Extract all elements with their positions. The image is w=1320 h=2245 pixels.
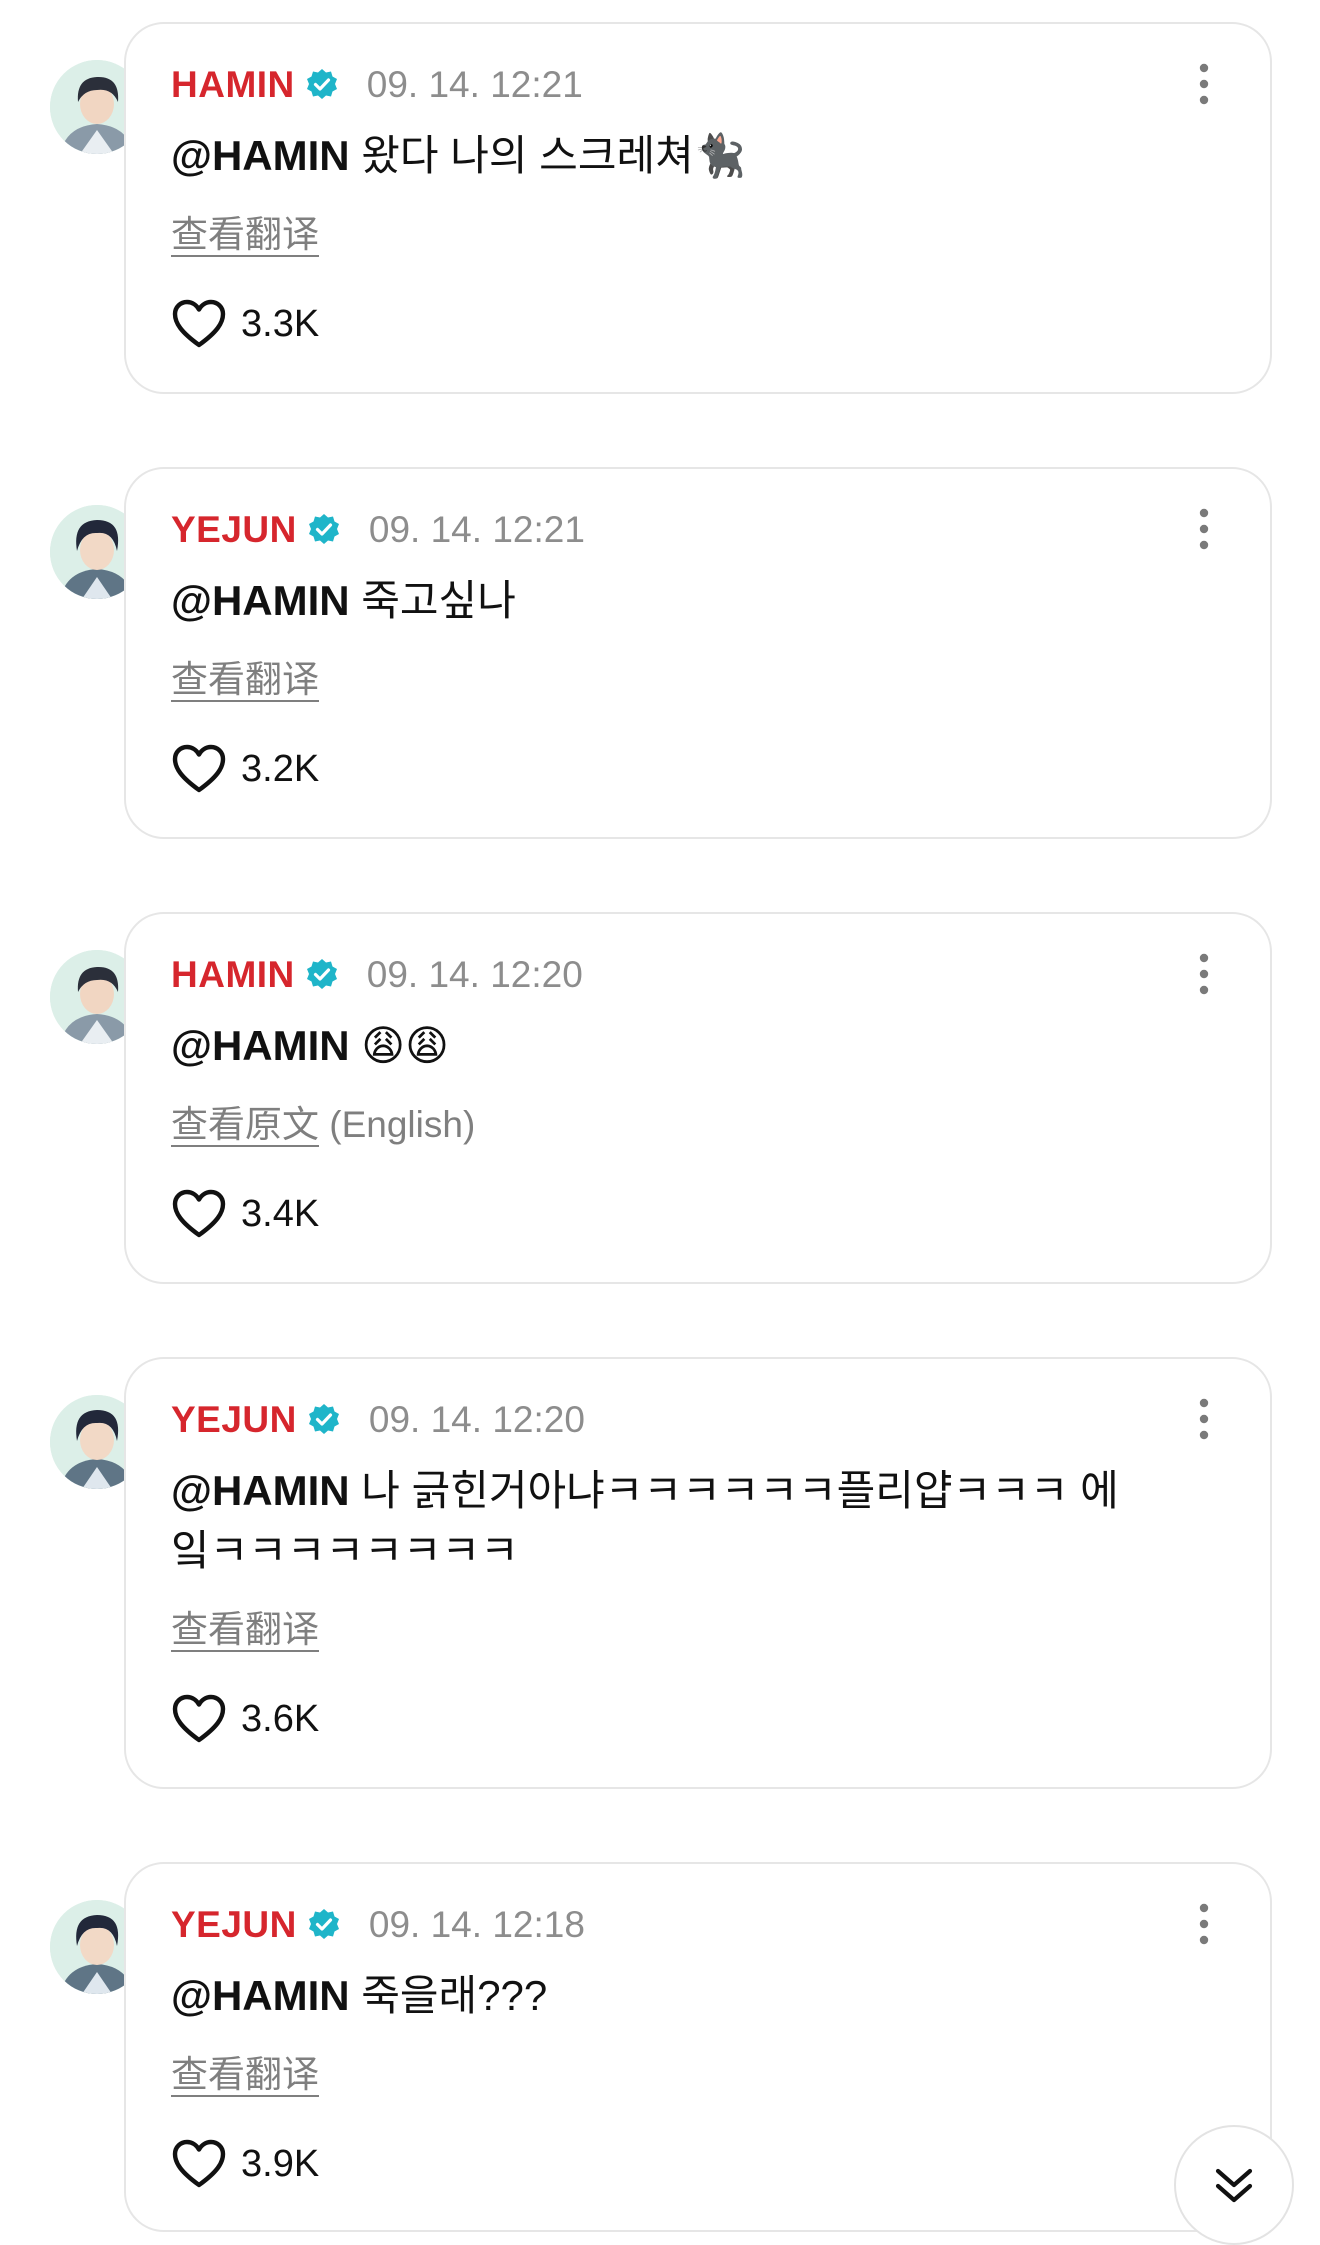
mention-link[interactable]: @HAMIN [171, 132, 350, 179]
translate-row: 查看翻译 [171, 2044, 319, 2098]
like-row: 3.2K [171, 743, 319, 795]
comment-header: YEJUN 09. 14. 12:18 [171, 1900, 585, 1950]
author-name[interactable]: YEJUN [171, 509, 297, 551]
mention-link[interactable]: @HAMIN [171, 577, 350, 624]
comment-timestamp: 09. 14. 12:18 [368, 1904, 585, 1945]
heart-outline-icon[interactable] [171, 2138, 227, 2190]
translate-row: 查看原文 (English) [171, 1094, 475, 1148]
comment-header: HAMIN 09. 14. 12:21 [171, 60, 583, 110]
heart-outline-icon[interactable] [171, 1188, 227, 1240]
comment-message: 😩😩 [349, 1022, 449, 1069]
comment-timestamp: 09. 14. 12:20 [366, 954, 583, 995]
translate-link[interactable]: 查看翻译 [171, 1609, 319, 1650]
comment-header: YEJUN 09. 14. 12:20 [171, 1395, 585, 1445]
verified-badge-icon [308, 1404, 339, 1434]
comment-timestamp: 09. 14. 12:21 [368, 509, 585, 550]
author-name[interactable]: HAMIN [171, 954, 295, 996]
double-chevron-down-icon [1215, 2168, 1253, 2203]
translate-link[interactable]: 查看原文 [171, 1104, 319, 1145]
like-row: 3.9K [171, 2138, 319, 2190]
verified-badge-icon [306, 959, 337, 989]
translate-row: 查看翻译 [171, 649, 319, 703]
like-row: 3.6K [171, 1693, 319, 1745]
comment-text: @HAMIN 죽을래??? [171, 1966, 1171, 2026]
comment-card: YEJUN 09. 14. 12:20 @HAMIN 나 긁힌거아냐ㅋㅋㅋㅋㅋㅋ… [124, 1357, 1272, 1789]
like-row: 3.3K [171, 298, 319, 350]
comment-message: 죽고싶나 [349, 577, 516, 624]
author-name[interactable]: YEJUN [171, 1904, 297, 1946]
verified-badge-icon [308, 1909, 339, 1939]
heart-outline-icon[interactable] [171, 1693, 227, 1745]
translate-link[interactable]: 查看翻译 [171, 214, 319, 255]
comment-card: HAMIN 09. 14. 12:20 @HAMIN 😩😩 查看原文 (Engl… [124, 912, 1272, 1284]
more-vertical-icon[interactable] [1196, 1902, 1212, 1946]
heart-outline-icon[interactable] [171, 298, 227, 350]
more-vertical-icon[interactable] [1196, 507, 1212, 551]
comment-header: YEJUN 09. 14. 12:21 [171, 505, 585, 555]
comment-card: YEJUN 09. 14. 12:18 @HAMIN 죽을래??? 查看翻译 3… [124, 1862, 1272, 2232]
comment-text: @HAMIN 왔다 나의 스크레쳐🐈‍⬛ [171, 126, 1171, 186]
like-count: 3.4K [241, 1192, 320, 1235]
like-row: 3.4K [171, 1188, 319, 1240]
like-count: 3.6K [241, 1697, 320, 1740]
comment-header: HAMIN 09. 14. 12:20 [171, 950, 583, 1000]
author-name[interactable]: YEJUN [171, 1399, 297, 1441]
translate-language: (English) [319, 1104, 476, 1145]
comment-text: @HAMIN 나 긁힌거아냐ㅋㅋㅋㅋㅋㅋ플리얍ㅋㅋㅋ 에잌ㅋㅋㅋㅋㅋㅋㅋㅋ [171, 1461, 1131, 1581]
translate-link[interactable]: 查看翻译 [171, 2054, 319, 2095]
mention-link[interactable]: @HAMIN [171, 1022, 350, 1069]
comment-card: YEJUN 09. 14. 12:21 @HAMIN 죽고싶나 查看翻译 3.2… [124, 467, 1272, 839]
scroll-to-bottom-button[interactable] [1174, 2125, 1294, 2245]
like-count: 3.9K [241, 2142, 320, 2185]
heart-outline-icon[interactable] [171, 743, 227, 795]
translate-row: 查看翻译 [171, 204, 319, 258]
like-count: 3.2K [241, 747, 320, 790]
comment-text: @HAMIN 죽고싶나 [171, 571, 1171, 631]
more-vertical-icon[interactable] [1196, 1397, 1212, 1441]
comment-card: HAMIN 09. 14. 12:21 @HAMIN 왔다 나의 스크레쳐🐈‍⬛… [124, 22, 1272, 394]
verified-badge-icon [308, 514, 339, 544]
like-count: 3.3K [241, 302, 320, 345]
mention-link[interactable]: @HAMIN [171, 1467, 350, 1514]
comment-timestamp: 09. 14. 12:21 [366, 64, 583, 105]
mention-link[interactable]: @HAMIN [171, 1972, 350, 2019]
comment-message: 죽을래??? [349, 1972, 548, 2019]
author-name[interactable]: HAMIN [171, 64, 295, 106]
more-vertical-icon[interactable] [1196, 952, 1212, 996]
translate-link[interactable]: 查看翻译 [171, 659, 319, 700]
comment-text: @HAMIN 😩😩 [171, 1016, 1171, 1076]
translate-row: 查看翻译 [171, 1599, 319, 1653]
more-vertical-icon[interactable] [1196, 62, 1212, 106]
comment-message: 왔다 나의 스크레쳐🐈‍⬛ [349, 132, 747, 179]
comment-timestamp: 09. 14. 12:20 [368, 1399, 585, 1440]
verified-badge-icon [306, 69, 337, 99]
